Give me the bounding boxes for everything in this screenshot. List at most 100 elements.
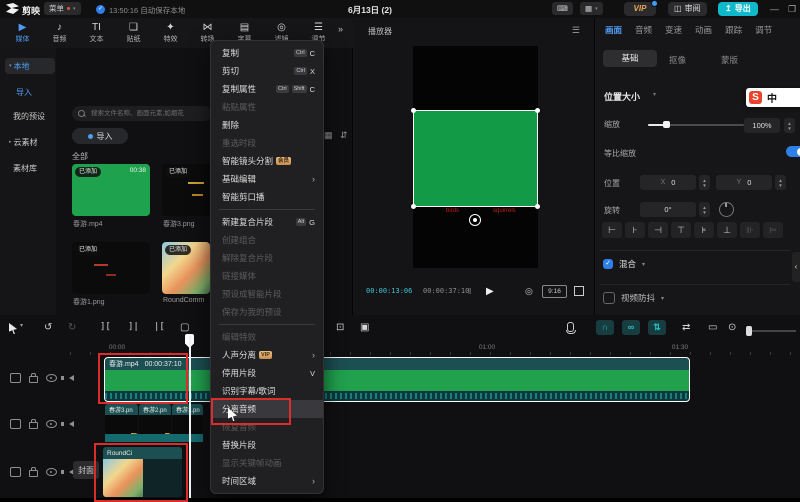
select-tool-caret[interactable]: ▾ [20, 322, 23, 329]
mute-speaker-icon[interactable] [69, 421, 74, 427]
media-search-box[interactable] [72, 106, 212, 121]
menu-item-disable-clip[interactable]: 停用片段 V [211, 364, 323, 382]
mask-view-icon[interactable]: ▭ [708, 322, 717, 333]
align-v-center-icon[interactable]: ⊧ [694, 222, 714, 238]
crop-icon[interactable]: ⊡ [336, 322, 344, 333]
tab-tracking[interactable]: 跟踪 [725, 24, 742, 36]
menu-button[interactable]: 菜单 ▾ [44, 2, 81, 15]
mute-speaker-icon[interactable] [69, 375, 74, 381]
media-item-image-1[interactable]: 已添加 春游1.png [72, 242, 150, 294]
aspect-ratio-button[interactable]: 9:16 [542, 285, 567, 298]
menu-item-replace-clip[interactable]: 替换片段 [211, 436, 323, 454]
tab-text[interactable]: TI 文本 [78, 18, 115, 48]
sidebar-item-stock-library[interactable]: 素材库 [5, 160, 59, 176]
menu-item-copy-attributes[interactable]: 复制属性 CtrlShiftC [211, 80, 323, 98]
position-y-stepper[interactable]: ▲▼ [775, 175, 786, 190]
maximize-button[interactable]: ❐ [788, 4, 796, 15]
menu-item-time-range[interactable]: 时间区域 › [211, 472, 323, 490]
preview-axis-icon[interactable]: ⇅ [648, 320, 666, 335]
select-tool-icon[interactable] [9, 323, 17, 334]
import-button[interactable]: 导入 [72, 128, 128, 144]
tab-media[interactable]: ▶ 媒体 [4, 18, 41, 48]
timeline-clip-main-video[interactable]: 春游.mp4 00:00:37:10 [105, 358, 689, 401]
ime-toolbar[interactable]: S 中 [746, 88, 800, 107]
sort-filter-icon[interactable]: ⇵ [340, 130, 348, 141]
tab-speed[interactable]: 变速 [665, 24, 682, 36]
align-right-icon[interactable]: ⊣ [648, 222, 668, 238]
redo-icon[interactable]: ↻ [68, 322, 76, 333]
align-h-center-icon[interactable]: ⊦ [625, 222, 645, 238]
menu-item-new-compound-clip[interactable]: 新建复合片段 AltG [211, 213, 323, 231]
preview-quality-icon[interactable]: ◎ [525, 286, 533, 297]
tab-effects[interactable]: ✦ 特效 [152, 18, 189, 48]
timeline-zoom-slider[interactable] [748, 330, 796, 332]
sidebar-item-my-presets[interactable]: 我的预设 [5, 108, 59, 124]
play-button[interactable]: ▶ [486, 286, 494, 297]
resize-handle-tr[interactable] [535, 108, 540, 113]
uniform-scale-toggle[interactable] [786, 146, 800, 157]
rotate-value-field[interactable]: 0° [640, 202, 696, 217]
menu-item-vocal-separation[interactable]: 人声分离 VIP › [211, 346, 323, 364]
resize-handle-tl[interactable] [411, 108, 416, 113]
undo-icon[interactable]: ↺ [44, 322, 52, 333]
timeline-zoom-fit-icon[interactable]: ⊙ [728, 322, 736, 333]
minimize-button[interactable]: — [770, 4, 779, 14]
timeline-clip-image-3[interactable]: 春游3.pn [105, 404, 138, 434]
shortcut-keyboard-button[interactable]: ⌨ [552, 2, 573, 15]
playhead-line[interactable] [189, 336, 191, 498]
timeline-clip-image-2[interactable]: 春游2.pn [139, 404, 171, 434]
review-button[interactable]: ◫ 审阅 [668, 2, 707, 16]
menu-item-delete[interactable]: 删除 [211, 116, 323, 134]
menu-item-smart-talk-cut[interactable]: 智能剪口播 [211, 188, 323, 206]
tab-adjustment[interactable]: 调节 [755, 24, 772, 36]
more-tabs-button[interactable]: » [338, 24, 343, 34]
align-top-icon[interactable]: ⊤ [671, 222, 691, 238]
position-x-field[interactable]: X 0 [640, 175, 696, 190]
menu-item-cut[interactable]: 剪切 CtrlX [211, 62, 323, 80]
filter-all-label[interactable]: 全部 [72, 151, 88, 162]
caret-down-icon[interactable]: ▾ [642, 261, 645, 268]
tab-sticker[interactable]: ❏ 贴纸 [115, 18, 152, 48]
snap-magnet-icon[interactable]: ∩ [596, 320, 614, 335]
align-left-icon[interactable]: ⊢ [602, 222, 622, 238]
position-y-field[interactable]: Y 0 [716, 175, 772, 190]
layout-switch-button[interactable]: ▦ ▾ [580, 2, 603, 15]
scale-slider-knob[interactable] [663, 121, 670, 128]
frame-step-icon[interactable]: ‖ [468, 287, 471, 296]
tab-picture[interactable]: 画面 [605, 24, 622, 36]
menu-item-basic-edit[interactable]: 基础编辑 › [211, 170, 323, 188]
subtab-basic[interactable]: 基础 [603, 50, 657, 67]
rotate-knob[interactable] [719, 202, 734, 217]
split-delete-left-icon[interactable]: ]| [128, 322, 139, 332]
collapse-caret-icon[interactable]: ▾ [653, 91, 656, 98]
align-bottom-icon[interactable]: ⊥ [717, 222, 737, 238]
tab-audio[interactable]: ♪ 音频 [41, 18, 78, 48]
sidebar-item-local[interactable]: ▾ 本地 [5, 58, 55, 74]
mirror-icon[interactable]: ⇄ [682, 322, 690, 333]
caret-down-icon[interactable]: ▾ [661, 295, 664, 302]
timeline-zoom-knob[interactable] [746, 326, 752, 336]
rotate-handle[interactable] [469, 214, 481, 226]
delete-icon[interactable]: ▢ [180, 322, 189, 333]
rotate-stepper[interactable]: ▲▼ [699, 202, 710, 217]
eye-icon[interactable] [46, 420, 57, 428]
subtab-mask[interactable]: 蒙版 [721, 54, 738, 66]
sidebar-item-import[interactable]: 导入 [5, 84, 62, 100]
stabilize-checkbox[interactable] [603, 292, 615, 304]
fullscreen-icon[interactable] [574, 286, 584, 296]
snapshot-icon[interactable]: ▣ [360, 322, 369, 333]
lock-icon[interactable] [29, 422, 38, 429]
preview-canvas[interactable]: birds squirrels [413, 46, 538, 268]
view-mode-icon[interactable]: ▦ [324, 130, 333, 141]
panel-collapse-button[interactable]: ‹ [792, 252, 800, 282]
menu-item-smart-shot-split[interactable]: 智能镜头分割 会员 [211, 152, 323, 170]
player-options-icon[interactable]: ☰ [572, 25, 580, 36]
split-icon[interactable]: ][ [100, 322, 111, 332]
record-voiceover-icon[interactable] [567, 322, 574, 332]
sidebar-item-cloud-assets[interactable]: ▸ 云素材 [5, 134, 55, 150]
scale-stepper[interactable]: ▲▼ [784, 118, 795, 133]
selected-video-layer[interactable] [413, 110, 538, 207]
lock-icon[interactable] [29, 470, 38, 477]
media-item-video[interactable]: 已添加 00:38 春游.mp4 [72, 164, 150, 216]
subtab-cutout[interactable]: 抠像 [669, 54, 686, 66]
